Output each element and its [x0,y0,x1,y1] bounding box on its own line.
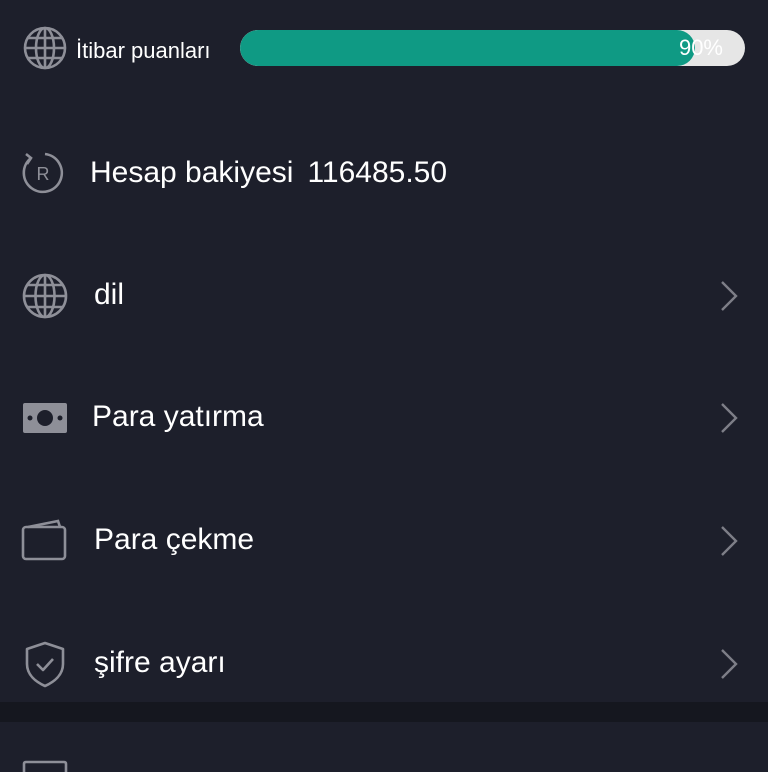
cash-icon [20,394,70,442]
reputation-progress-value: 90% [678,35,723,60]
svg-text:R: R [37,164,50,184]
reputation-row: İtibar puanları 90% [0,0,768,96]
balance-value: 116485.50 [307,156,448,189]
globe-icon [22,25,68,71]
menu-item-label: şifre ayarı [94,646,226,679]
menu-item-withdraw[interactable]: Para çekme [0,480,768,602]
balance-label: Hesap bakiyesi [90,156,294,189]
chevron-right-icon [716,279,742,313]
menu-item-label: Para yatırma [92,400,264,433]
reputation-progress-fill [240,30,695,66]
menu-item-language[interactable]: dil [0,235,768,357]
menu-item-deposit[interactable]: Para yatırma [0,357,768,479]
menu-item-label: Para çekme [94,523,255,556]
balance-text: Hesap bakiyesi 116485.50 [90,156,447,190]
menu-item-label: dil [94,278,125,311]
reputation-label: İtibar puanları [76,38,211,63]
chevron-right-icon [716,524,742,558]
globe-icon [20,272,70,320]
chevron-right-icon [716,647,742,681]
refresh-r-icon: R [20,150,66,196]
section-divider [0,702,768,722]
chevron-right-icon [716,401,742,435]
balance-row: R Hesap bakiyesi 116485.50 [0,113,768,235]
shield-check-icon [20,640,70,688]
wallet-icon [20,517,70,565]
card-icon [22,760,68,772]
reputation-progress-bar: 90% [240,30,745,66]
